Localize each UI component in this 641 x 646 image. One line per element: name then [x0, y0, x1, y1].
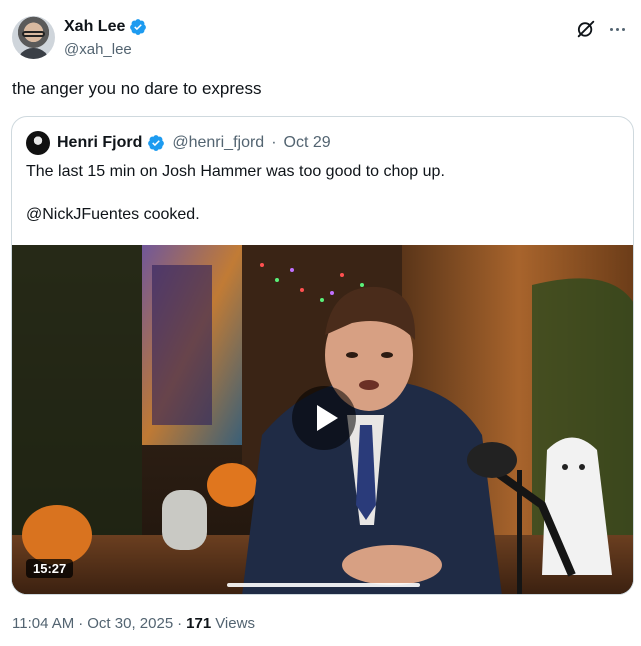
- author-name-row: Xah Lee: [64, 18, 147, 36]
- avatar-glasses: [22, 31, 45, 37]
- video-player[interactable]: 15:27: [12, 245, 633, 594]
- meta-separator: ·: [78, 615, 84, 632]
- tweet-meta: 11:04 AM · Oct 30, 2025 · 171 Views: [12, 615, 255, 632]
- video-progress-bar[interactable]: [227, 583, 420, 587]
- quoted-tweet[interactable]: Henri Fjord @henri_fjord · Oct 29 The la…: [11, 116, 634, 595]
- quoted-header: Henri Fjord @henri_fjord · Oct 29: [26, 131, 331, 155]
- views-count: 171: [186, 615, 212, 632]
- quoted-separator: ·: [271, 134, 277, 151]
- play-icon: [317, 405, 338, 431]
- quoted-mention-line[interactable]: @NickJFuentes cooked.: [26, 206, 200, 224]
- verified-badge-icon: [148, 135, 165, 151]
- quoted-handle[interactable]: @henri_fjord: [172, 134, 264, 152]
- more-icon[interactable]: [605, 18, 629, 40]
- play-button[interactable]: [292, 386, 356, 450]
- meta-separator: ·: [177, 615, 183, 632]
- tweet-text: the anger you no dare to express: [12, 79, 262, 98]
- post-time[interactable]: 11:04 AM: [12, 615, 74, 632]
- grok-icon[interactable]: [575, 18, 597, 40]
- tweet-header: Xah Lee @xah_lee: [12, 16, 629, 64]
- author-avatar[interactable]: [12, 16, 55, 59]
- quoted-text-line: The last 15 min on Josh Hammer was too g…: [26, 163, 445, 180]
- video-duration: 15:27: [26, 559, 74, 578]
- author-handle[interactable]: @xah_lee: [64, 41, 132, 58]
- quoted-display-name[interactable]: Henri Fjord: [57, 134, 142, 152]
- verified-badge-icon: [130, 19, 147, 35]
- author-display-name[interactable]: Xah Lee: [64, 18, 125, 36]
- views-label: Views: [215, 615, 255, 632]
- quoted-date[interactable]: Oct 29: [284, 134, 331, 152]
- post-date[interactable]: Oct 30, 2025: [87, 615, 173, 632]
- avatar-shoulders: [17, 48, 50, 59]
- quoted-avatar[interactable]: [26, 131, 50, 155]
